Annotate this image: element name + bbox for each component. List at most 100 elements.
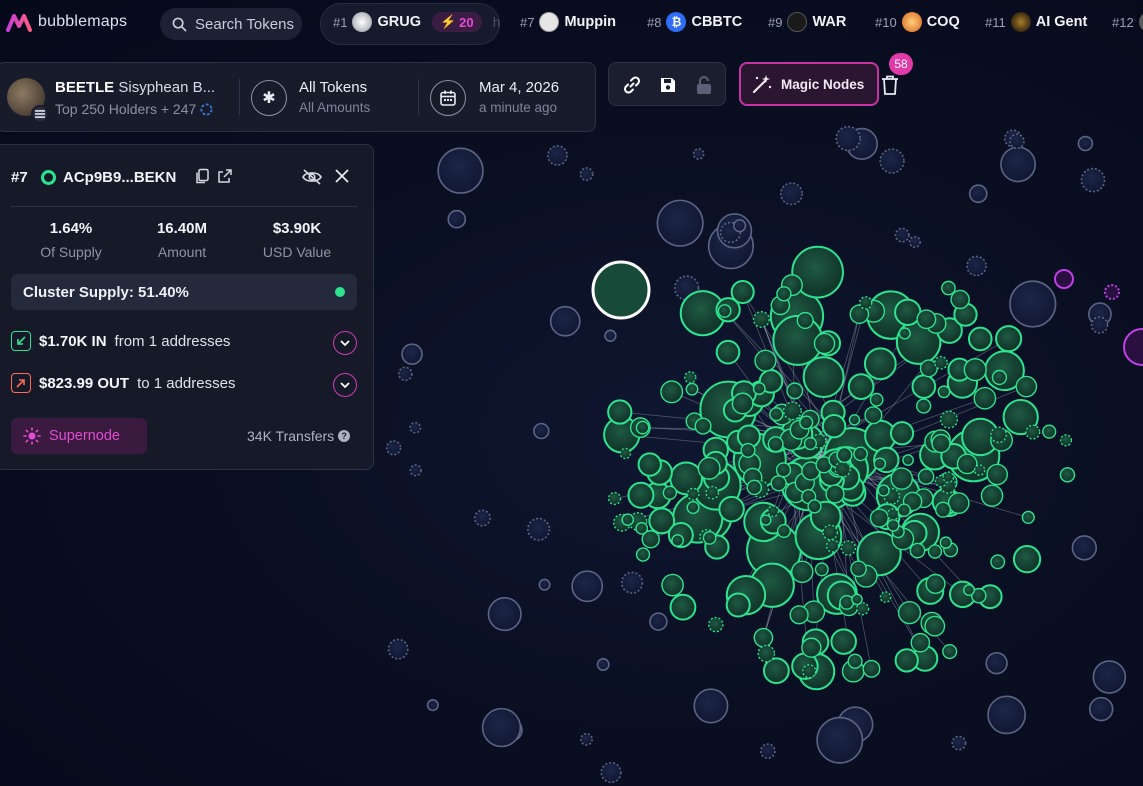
cluster-bubble[interactable] [802, 664, 817, 679]
holder-bubble[interactable] [733, 219, 747, 233]
cluster-bubble[interactable] [753, 627, 774, 648]
cluster-bubble[interactable] [825, 539, 840, 553]
holder-bubble[interactable] [759, 743, 776, 759]
save-icon[interactable] [657, 74, 679, 96]
cluster-bubble[interactable] [902, 454, 914, 466]
holder-bubble[interactable] [894, 227, 910, 243]
cluster-bubble[interactable] [910, 632, 931, 653]
cluster-bubble[interactable] [894, 298, 922, 326]
link-icon[interactable] [621, 74, 643, 96]
cluster-bubble[interactable] [924, 615, 946, 637]
holder-bubble[interactable] [987, 695, 1026, 735]
cluster-bubble[interactable] [1021, 510, 1035, 524]
cluster-bubble[interactable] [731, 392, 754, 415]
magic-node-bubble[interactable] [1123, 328, 1143, 366]
cluster-bubble[interactable] [939, 410, 959, 429]
calendar-icon[interactable] [430, 80, 466, 116]
cluster-bubble[interactable] [830, 628, 857, 655]
holder-bubble[interactable] [879, 148, 905, 174]
holder-bubble[interactable] [533, 422, 550, 440]
cluster-bubble[interactable] [973, 464, 986, 476]
cluster-bubble[interactable] [707, 616, 724, 633]
ticker-item-8[interactable]: #8 ₿ CBBTC [647, 12, 742, 32]
cluster-bubble[interactable] [848, 414, 861, 426]
holder-bubble[interactable] [656, 199, 704, 247]
holder-bubble[interactable] [649, 612, 668, 631]
cluster-bubble[interactable] [799, 415, 814, 430]
cluster-bubble[interactable] [853, 446, 868, 462]
holder-bubble[interactable] [1009, 133, 1025, 150]
cluster-bubble[interactable] [770, 475, 787, 492]
holder-bubble[interactable] [600, 761, 622, 784]
cluster-bubble[interactable] [847, 373, 875, 400]
cluster-bubble[interactable] [840, 540, 857, 556]
cluster-bubble[interactable] [897, 600, 922, 625]
cluster-bubble[interactable] [1059, 434, 1073, 447]
lock-icon[interactable] [693, 74, 715, 96]
cluster-bubble[interactable] [803, 436, 817, 451]
holder-bubble[interactable] [579, 167, 594, 182]
magic-nodes-button[interactable]: Magic Nodes [739, 62, 879, 106]
holder-bubble[interactable] [1090, 316, 1109, 334]
holder-bubble[interactable] [447, 209, 467, 229]
cluster-bubble[interactable] [762, 657, 790, 685]
holder-bubble[interactable] [835, 125, 861, 152]
cluster-bubble[interactable] [909, 542, 926, 559]
snapshot-date[interactable]: Mar 4, 2026 [479, 79, 559, 96]
holder-bubble[interactable] [401, 343, 423, 365]
holder-bubble[interactable] [604, 329, 617, 342]
cluster-bubble[interactable] [686, 487, 700, 501]
holder-bubble[interactable] [692, 148, 705, 160]
cluster-bubble[interactable] [684, 371, 697, 384]
selected-wallet-bubble[interactable] [591, 260, 651, 320]
ticker-item-1[interactable]: #1 GRUG ⚡ 20 h [333, 12, 500, 32]
cluster-bubble[interactable] [1059, 467, 1076, 483]
holder-bubble[interactable] [779, 182, 804, 206]
cluster-bubble[interactable] [746, 479, 763, 496]
cluster-bubble[interactable] [990, 554, 1006, 570]
holder-bubble[interactable] [693, 688, 729, 724]
cluster-bubble[interactable] [889, 421, 915, 446]
holder-bubble[interactable] [1080, 167, 1106, 193]
magic-node-bubble[interactable] [1104, 284, 1120, 300]
cluster-bubble[interactable] [935, 501, 952, 518]
cluster-bubble[interactable] [1015, 375, 1038, 398]
holder-bubble[interactable] [951, 735, 967, 751]
holder-bubble[interactable] [473, 509, 491, 527]
cluster-bubble[interactable] [851, 593, 863, 606]
cluster-bubble[interactable] [705, 485, 720, 500]
cluster-bubble[interactable] [898, 327, 911, 340]
cluster-bubble[interactable] [897, 503, 911, 518]
search-tokens-button[interactable]: Search Tokens [160, 8, 302, 40]
cluster-bubble[interactable] [947, 492, 970, 515]
holder-bubble[interactable] [527, 517, 551, 541]
cluster-bubble[interactable] [834, 460, 851, 478]
holder-bubble[interactable] [385, 440, 402, 456]
cluster-bubble[interactable] [660, 380, 684, 404]
ticker-item-10[interactable]: #10 COQ [875, 12, 960, 32]
cluster-bubble[interactable] [941, 280, 956, 296]
cluster-bubble[interactable] [669, 593, 697, 621]
cluster-bubble[interactable] [789, 605, 809, 625]
cluster-bubble[interactable] [694, 417, 712, 435]
cluster-bubble[interactable] [991, 369, 1008, 386]
cluster-bubble[interactable] [607, 399, 633, 425]
cluster-bubble[interactable] [715, 339, 741, 365]
holder-bubble[interactable] [1000, 146, 1037, 183]
holder-bubble[interactable] [816, 716, 864, 764]
supernode-button[interactable]: Supernode [11, 418, 147, 454]
ticker-item-12[interactable]: #12 [1112, 12, 1143, 32]
cluster-bubble[interactable] [662, 485, 678, 500]
cluster-bubble[interactable] [925, 573, 946, 594]
hide-eye-icon[interactable] [301, 168, 323, 186]
holder-bubble[interactable] [1071, 535, 1098, 561]
holder-bubble[interactable] [549, 305, 581, 337]
cluster-bubble[interactable] [916, 398, 932, 414]
cluster-bubble[interactable] [869, 508, 889, 528]
cluster-bubble[interactable] [939, 536, 953, 549]
cluster-bubble[interactable] [686, 500, 700, 515]
token-filter-title[interactable]: All Tokens [299, 79, 367, 96]
holder-bubble[interactable] [409, 464, 422, 477]
holder-bubble[interactable] [985, 651, 1008, 675]
cluster-bubble[interactable] [894, 648, 919, 673]
